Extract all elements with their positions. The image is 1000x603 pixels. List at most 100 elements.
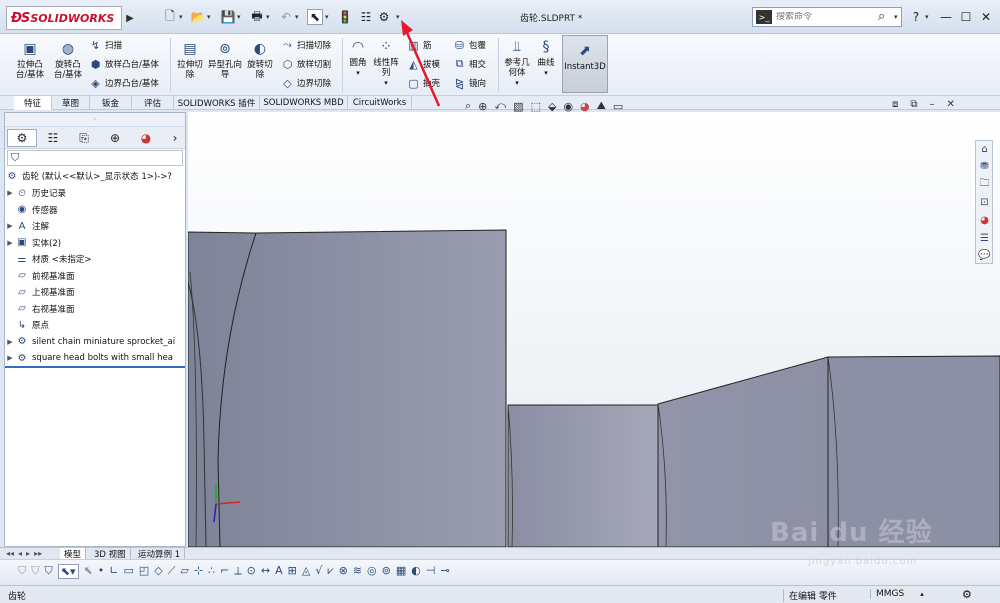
file-explorer-icon[interactable]: 🗀: [977, 177, 992, 192]
filter-centerline-icon[interactable]: ⊣: [426, 564, 436, 579]
solidworks-logo[interactable]: ƉS SOLIDWORKS: [6, 6, 122, 30]
mirror-button[interactable]: ⧎ 镜向: [452, 74, 486, 92]
tabs-scroll-right-icon[interactable]: ›: [167, 129, 183, 147]
tree-item[interactable]: ▱ 右视基准面: [5, 301, 187, 318]
forum-icon[interactable]: 💬: [977, 248, 992, 263]
tab-evaluate[interactable]: 评估: [132, 96, 174, 110]
units-dropdown-icon[interactable]: ▴: [920, 590, 924, 598]
tree-item[interactable]: ▶ ▣ 实体(2): [5, 235, 187, 252]
filter-surfaces-icon[interactable]: ◇: [154, 564, 162, 579]
viewport-close-icon[interactable]: ✕: [947, 99, 955, 113]
tab-scroll-icons[interactable]: ◂◂ ◂ ▸ ▸▸: [6, 549, 42, 558]
filter-clear-icon[interactable]: ⛉: [45, 564, 53, 579]
tree-item[interactable]: ⚌ 材质 <未指定>: [5, 251, 187, 268]
undo-icon[interactable]: ↶: [278, 9, 294, 25]
tab-sketch[interactable]: 草图: [52, 96, 90, 110]
tree-item[interactable]: ▱ 前视基准面: [5, 268, 187, 285]
options-gear-icon[interactable]: ⚙: [376, 9, 392, 25]
filter-weld-icon[interactable]: √: [315, 564, 322, 579]
tree-filter[interactable]: ⛉: [7, 150, 183, 166]
zoom-to-fit-icon[interactable]: ⌕: [465, 99, 471, 113]
filter-points-icon[interactable]: ⊹: [194, 564, 203, 579]
filter-balloon-icon[interactable]: ◎: [367, 564, 377, 579]
minimize-button[interactable]: —: [936, 8, 956, 26]
rebuild-icon[interactable]: 🚦: [337, 9, 353, 25]
section-view-icon[interactable]: ▧: [513, 100, 523, 113]
scene-icon[interactable]: ⛰: [597, 99, 606, 113]
select-dropdown-icon[interactable]: ▾: [325, 9, 333, 25]
fillet-button[interactable]: ◠ 圆角 ▾: [346, 38, 370, 78]
status-units[interactable]: MMGS ▴: [870, 589, 924, 599]
filter-surface-finish-icon[interactable]: ⩗: [327, 564, 333, 579]
filter-datum-target-icon[interactable]: ⊗: [339, 564, 348, 579]
new-dropdown-icon[interactable]: ▾: [179, 9, 187, 25]
appearances-icon[interactable]: ◕: [977, 213, 992, 228]
print-icon[interactable]: 🖶: [249, 9, 265, 25]
expand-arrow-icon[interactable]: ▶: [5, 354, 15, 362]
filter-tolerance-icon[interactable]: ⊞: [288, 564, 297, 579]
prev-tab-icon[interactable]: ◂: [18, 549, 22, 558]
view-palette-icon[interactable]: ⊡: [977, 195, 992, 210]
last-tab-icon[interactable]: ▸▸: [34, 549, 42, 558]
extrude-boss-button[interactable]: ▣ 拉伸凸台/基体: [12, 40, 48, 80]
dimxpert-tab-icon[interactable]: ⊕: [100, 129, 130, 147]
lofted-cut-button[interactable]: ⬡ 放样切割: [280, 55, 331, 73]
tab-sheet-metal[interactable]: 钣金: [90, 96, 132, 110]
filter-midpoints-icon[interactable]: ⟂: [234, 564, 241, 579]
filter-notes-icon[interactable]: A: [275, 564, 283, 579]
expand-arrow-icon[interactable]: ▶: [5, 239, 15, 247]
filter-hide-icon[interactable]: ⛉: [31, 564, 39, 579]
previous-view-icon[interactable]: ⤺: [494, 99, 506, 113]
filter-sketch-points-icon[interactable]: ∴: [208, 564, 215, 579]
print-dropdown-icon[interactable]: ▾: [266, 9, 274, 25]
revolve-cut-button[interactable]: ◐ 旋转切除: [244, 40, 276, 80]
viewport-restore-icon[interactable]: ⧉: [910, 99, 917, 113]
view-orientation-icon[interactable]: ⬚: [531, 100, 541, 113]
instant3d-button[interactable]: ⬈ Instant3D: [562, 35, 608, 93]
filter-stacked-balloon-icon[interactable]: ⊚: [382, 564, 391, 579]
undo-dropdown-icon[interactable]: ▾: [295, 9, 303, 25]
zoom-area-icon[interactable]: ⊕: [478, 100, 487, 113]
open-dropdown-icon[interactable]: ▾: [207, 9, 215, 25]
loft-button[interactable]: ⬢ 放样凸台/基体: [88, 55, 159, 73]
select-arrow-icon[interactable]: ⬉▾: [57, 564, 79, 579]
help-dropdown-icon[interactable]: ▾: [925, 9, 933, 25]
extrude-cut-button[interactable]: ▤ 拉伸切除: [174, 40, 206, 80]
close-button[interactable]: ✕: [976, 8, 996, 26]
intersect-button[interactable]: ⧉ 相交: [452, 55, 486, 73]
configuration-tab-icon[interactable]: ⎘: [69, 129, 99, 147]
tree-root[interactable]: ⚙ 齿轮 (默认<<默认>_显示状态 1>)->?: [5, 168, 187, 185]
search-icon[interactable]: ⌕: [878, 9, 885, 24]
reference-geometry-button[interactable]: ⫫ 参考几何体 ▾: [502, 38, 532, 88]
filter-centers-icon[interactable]: ⊙: [247, 564, 256, 579]
filter-blocks-icon[interactable]: ▦: [396, 564, 406, 579]
filter-more-icon[interactable]: ⊸: [440, 564, 449, 579]
filter-dimensions-icon[interactable]: ↔: [261, 564, 270, 579]
file-properties-icon[interactable]: ☷: [358, 9, 374, 25]
tree-item[interactable]: ▶ ⚙ square head bolts with small hea: [5, 350, 187, 367]
expand-arrow-icon[interactable]: ▶: [5, 222, 15, 230]
curves-dropdown-icon[interactable]: ▾: [544, 68, 548, 78]
save-icon[interactable]: 💾: [220, 9, 236, 25]
view-settings-icon[interactable]: ▭: [613, 100, 623, 113]
menu-expand-icon[interactable]: ▶: [124, 8, 136, 28]
help-icon[interactable]: ?: [906, 8, 926, 26]
hide-show-icon[interactable]: ◉: [563, 100, 573, 113]
wrap-button[interactable]: ⛁ 包覆: [452, 36, 486, 54]
tree-item[interactable]: ▶ A 注解: [5, 218, 187, 235]
tree-item[interactable]: ▱ 上视基准面: [5, 284, 187, 301]
property-manager-tab-icon[interactable]: ☷: [38, 129, 68, 147]
tree-item[interactable]: ▶ ⏲ 历史记录: [5, 185, 187, 202]
expand-arrow-icon[interactable]: ▶: [5, 338, 15, 346]
display-style-icon[interactable]: ⬙: [548, 100, 556, 113]
feature-tree-tab-icon[interactable]: ⚙: [7, 129, 37, 147]
maximize-button[interactable]: ☐: [956, 8, 976, 26]
pattern-dropdown-icon[interactable]: ▾: [384, 78, 388, 88]
tree-item[interactable]: ▶ ⚙ silent chain miniature sprocket_ai: [5, 334, 187, 351]
display-manager-tab-icon[interactable]: ◕: [131, 129, 161, 147]
filter-vertices-icon[interactable]: •: [98, 564, 105, 579]
filter-planes-icon[interactable]: ▱: [180, 564, 188, 579]
graphics-area[interactable]: [188, 112, 1000, 547]
filter-center-mark-icon[interactable]: ◐: [411, 564, 421, 579]
next-tab-icon[interactable]: ▸: [26, 549, 30, 558]
